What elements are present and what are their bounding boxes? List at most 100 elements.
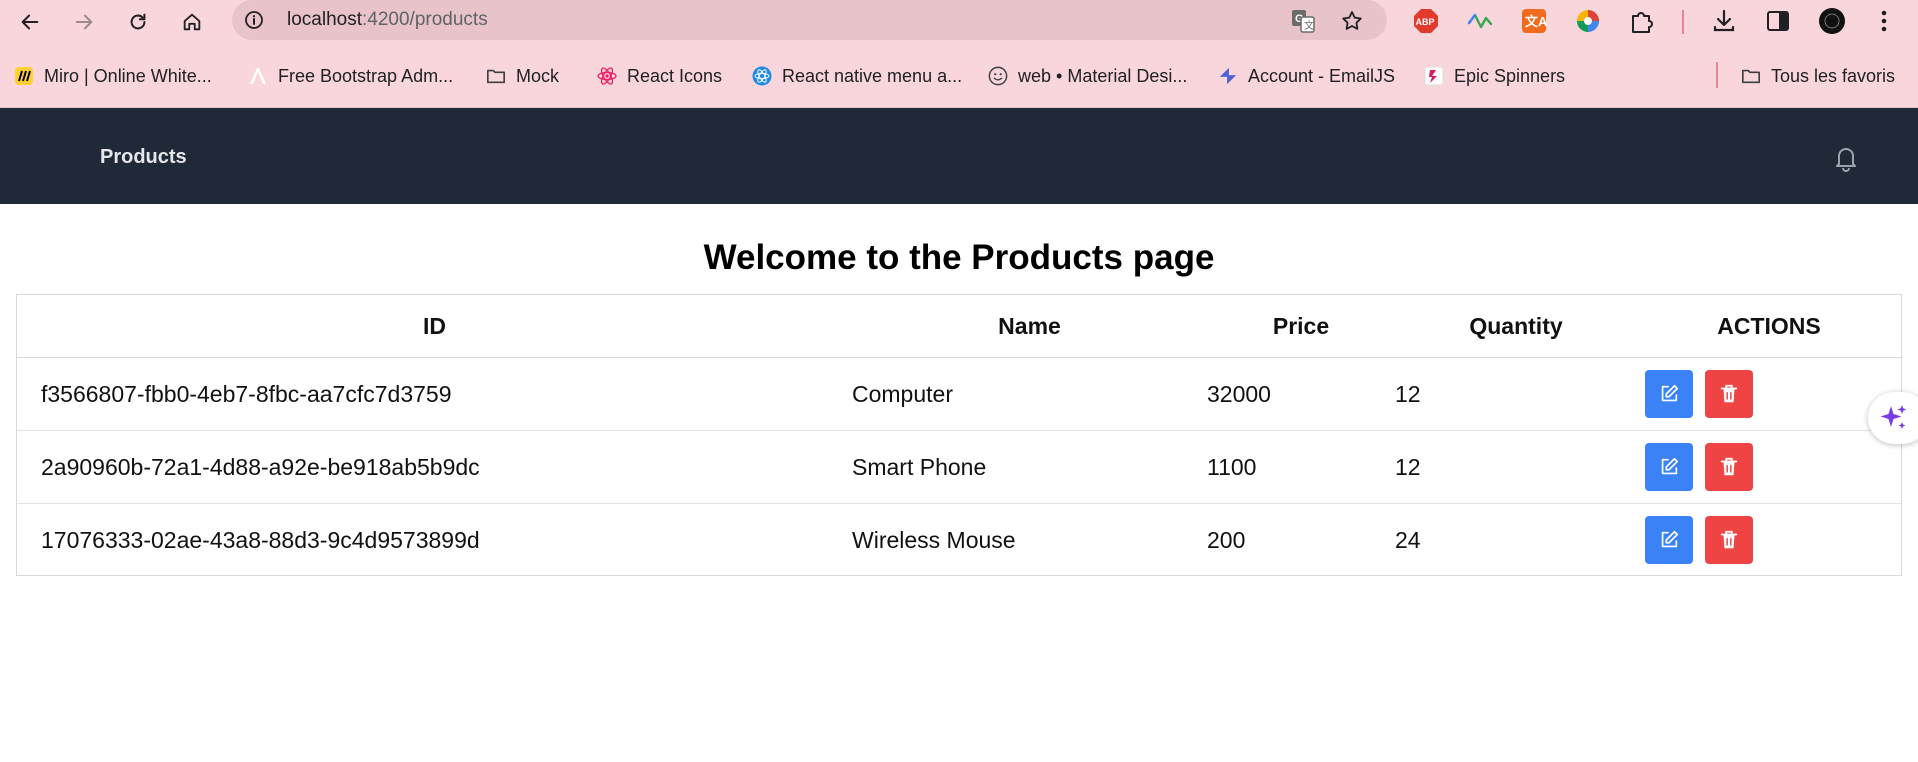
url-path: :4200/products (362, 9, 488, 30)
side-panel-button[interactable] (1764, 7, 1792, 35)
pulse-icon (1467, 13, 1493, 29)
epic-spinners-icon (1424, 66, 1444, 86)
back-button[interactable] (14, 6, 46, 38)
edit-button[interactable] (1645, 516, 1693, 564)
delete-button[interactable] (1705, 370, 1753, 418)
bookmark-react-icons[interactable]: React Icons (597, 62, 722, 90)
downloads-button[interactable] (1710, 7, 1738, 35)
menu-button[interactable] (1870, 7, 1898, 35)
site-info-icon[interactable] (244, 10, 264, 30)
url-host: localhost (287, 9, 362, 30)
products-table: ID Name Price Quantity ACTIONS f3566807-… (17, 295, 1901, 576)
bookmark-label: Tous les favoris (1771, 65, 1896, 86)
adblock-icon: ABP (1414, 9, 1438, 33)
adminlte-icon (248, 66, 268, 86)
home-button[interactable] (176, 6, 208, 38)
miro-icon (14, 66, 34, 86)
bookmark-mock[interactable]: Mock (486, 62, 559, 90)
svg-text:文A: 文A (1525, 14, 1548, 29)
ai-assistant-button[interactable] (1868, 392, 1918, 444)
table-row: 2a90960b-72a1-4d88-a92e-be918ab5b9dc Sma… (17, 430, 1901, 504)
react-icon (597, 66, 617, 86)
address-bar[interactable]: localhost:4200/products G文 (232, 0, 1387, 40)
bookmarks-bar: Miro | Online White... Free Bootstrap Ad… (0, 44, 1918, 108)
nav-products-link[interactable]: Products (100, 146, 187, 169)
browser-toolbar: localhost:4200/products G文 ABP 文A (0, 0, 1918, 44)
svg-text:文: 文 (1304, 19, 1314, 32)
arrow-left-icon (21, 14, 39, 30)
translate-button[interactable]: G文 (1290, 8, 1316, 34)
cell-price: 200 (1207, 526, 1246, 553)
cell-quantity: 24 (1395, 526, 1421, 553)
bookmark-epic-spinners[interactable]: Epic Spinners (1424, 62, 1565, 90)
cell-price: 32000 (1207, 357, 1395, 431)
cell-quantity: 12 (1395, 357, 1637, 431)
extension-adblock[interactable]: ABP (1412, 7, 1440, 35)
react-native-icon (752, 66, 772, 86)
home-icon (183, 13, 201, 31)
star-icon (1342, 11, 1362, 30)
avatar (1819, 8, 1845, 34)
url-text: localhost:4200/products (287, 9, 488, 31)
edit-button[interactable] (1645, 443, 1693, 491)
side-panel-icon (1767, 11, 1789, 31)
cell-quantity: 12 (1395, 430, 1637, 504)
arrow-right-icon (75, 14, 93, 30)
bookmark-label: React native menu a... (782, 65, 963, 86)
column-header-id: ID (17, 295, 852, 358)
trash-icon (1720, 530, 1738, 549)
reload-button[interactable] (122, 6, 154, 38)
translator-extension-icon: 文A (1522, 9, 1548, 33)
translate-icon: G文 (1292, 10, 1315, 33)
edit-icon (1661, 384, 1679, 402)
toolbar-divider (1682, 10, 1684, 34)
extension-pulse[interactable] (1466, 7, 1494, 35)
table-row: 17076333-02ae-43a8-88d3-9c4d9573899d Wir… (17, 504, 1901, 577)
bookmark-star-button[interactable] (1339, 8, 1365, 34)
smiley-icon (988, 66, 1008, 86)
sparkle-icon (1880, 405, 1907, 429)
bookmark-miro[interactable]: Miro | Online White... (14, 62, 212, 90)
bookmark-all-favorites[interactable]: Tous les favoris (1741, 62, 1895, 90)
bell-icon[interactable] (1830, 142, 1862, 174)
cell-actions (1637, 357, 1901, 431)
color-wheel-icon (1577, 10, 1599, 32)
column-header-name: Name (852, 295, 1207, 358)
cell-actions (1637, 504, 1901, 577)
bookmark-react-native-menu[interactable]: React native menu a... (752, 62, 962, 90)
extension-translate[interactable]: 文A (1520, 7, 1548, 35)
cell-price: 1100 (1207, 430, 1395, 504)
puzzle-icon (1632, 12, 1653, 33)
column-header-price: Price (1207, 295, 1395, 358)
delete-button[interactable] (1705, 443, 1753, 491)
products-table-container: ID Name Price Quantity ACTIONS f3566807-… (16, 294, 1902, 576)
cell-id: f3566807-fbb0-4eb7-8fbc-aa7cfc7d3759 (17, 357, 852, 431)
extensions-button[interactable] (1628, 7, 1656, 35)
bookmark-label: React Icons (627, 65, 723, 86)
bookmark-emailjs[interactable]: Account - EmailJS (1218, 62, 1395, 90)
bookmark-bootstrap-admin[interactable]: Free Bootstrap Adm... (248, 62, 453, 90)
reload-icon (130, 13, 146, 30)
download-icon (1713, 9, 1735, 32)
edit-button[interactable] (1645, 370, 1693, 418)
bookmark-label: Miro | Online White... (44, 65, 212, 86)
bookmark-label: Account - EmailJS (1248, 65, 1396, 86)
page-title: Welcome to the Products page (703, 238, 1215, 277)
svg-text:ABP: ABP (1416, 17, 1435, 27)
bookmark-material-design[interactable]: web • Material Desi... (988, 62, 1187, 90)
forward-button[interactable] (68, 6, 100, 38)
cell-id: 2a90960b-72a1-4d88-a92e-be918ab5b9dc (17, 430, 852, 504)
column-header-quantity: Quantity (1395, 295, 1637, 358)
delete-button[interactable] (1705, 516, 1753, 564)
folder-icon (486, 66, 506, 86)
edit-icon (1661, 457, 1679, 475)
profile-button[interactable] (1818, 7, 1846, 35)
table-row: f3566807-fbb0-4eb7-8fbc-aa7cfc7d3759 Com… (17, 357, 1901, 431)
bookmark-label: web • Material Desi... (1018, 65, 1188, 86)
cell-id: 17076333-02ae-43a8-88d3-9c4d9573899d (41, 526, 480, 553)
bookmarks-divider (1716, 62, 1718, 88)
folder-icon (1741, 66, 1761, 86)
edit-icon (1661, 530, 1679, 548)
bookmark-label: Epic Spinners (1454, 65, 1566, 86)
extension-colorpicker[interactable] (1574, 7, 1602, 35)
